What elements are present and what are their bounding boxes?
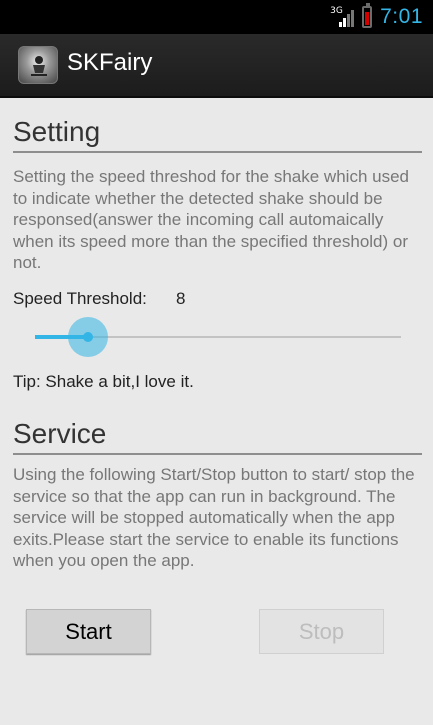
speed-threshold-label: Speed Threshold: (13, 289, 147, 308)
tip-text: Tip: Shake a bit,I love it. (13, 372, 194, 391)
signal-icon: 3G (330, 6, 355, 28)
service-divider (13, 453, 422, 455)
service-description: Using the following Start/Stop button to… (13, 465, 415, 570)
setting-description: Setting the speed threshod for the shake… (13, 167, 409, 272)
stop-button[interactable]: Stop (259, 609, 384, 654)
clock: 7:01 (380, 5, 423, 28)
app-icon[interactable] (18, 46, 58, 84)
app-title: SKFairy (67, 49, 153, 76)
speed-threshold-value: 8 (176, 289, 186, 308)
status-bar: 3G 7:01 (0, 0, 433, 34)
service-heading: Service (13, 418, 107, 449)
setting-heading: Setting (13, 116, 101, 147)
setting-divider (13, 151, 422, 153)
start-button[interactable]: Start (26, 609, 151, 654)
slider-thumb[interactable] (68, 317, 108, 357)
action-bar (0, 34, 433, 98)
battery-icon (362, 3, 373, 28)
